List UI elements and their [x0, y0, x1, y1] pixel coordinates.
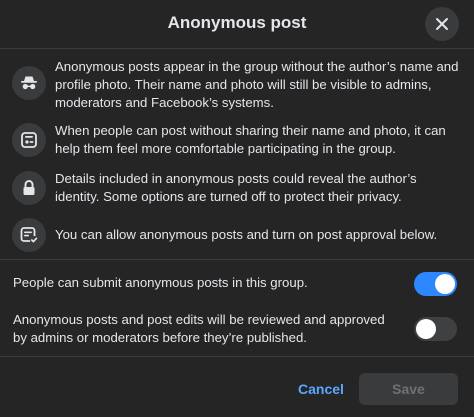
dialog-header: Anonymous post — [0, 0, 474, 49]
info-text: Anonymous posts appear in the group with… — [55, 59, 459, 110]
toggle-knob — [416, 319, 436, 339]
save-button[interactable]: Save — [359, 373, 458, 405]
incognito-icon — [12, 66, 46, 100]
post-approval-toggle[interactable] — [414, 317, 457, 341]
cancel-button[interactable]: Cancel — [289, 374, 353, 404]
section-divider — [0, 259, 474, 260]
setting-label-post-approval: Anonymous posts and post edits will be r… — [13, 312, 385, 345]
info-text: When people can post without sharing the… — [55, 123, 446, 156]
dialog-title: Anonymous post — [167, 13, 307, 32]
lock-icon — [12, 171, 46, 205]
close-button[interactable] — [425, 7, 459, 41]
allow-anonymous-toggle[interactable] — [414, 272, 457, 296]
post-card-icon — [12, 123, 46, 157]
info-text: You can allow anonymous posts and turn o… — [55, 227, 438, 242]
footer-divider — [0, 356, 474, 357]
approved-post-icon — [12, 218, 46, 252]
toggle-knob — [435, 274, 455, 294]
setting-label-allow-anonymous: People can submit anonymous posts in thi… — [13, 275, 308, 290]
info-text: Details included in anonymous posts coul… — [55, 171, 417, 204]
close-icon — [436, 18, 448, 30]
